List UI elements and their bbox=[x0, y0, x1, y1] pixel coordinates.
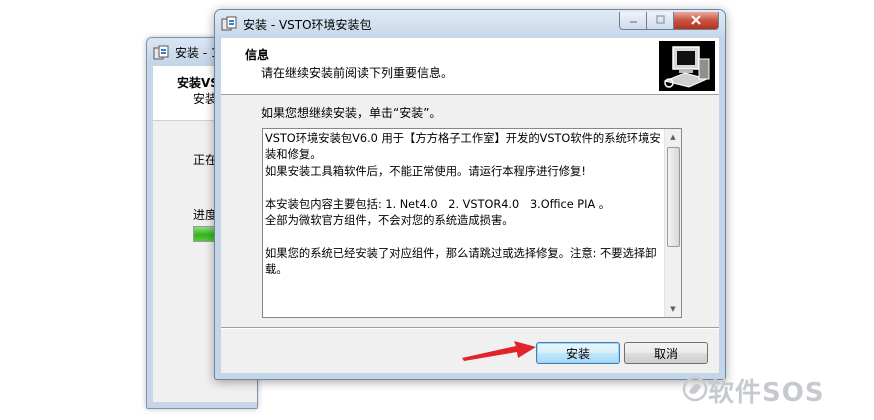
watermark: 软件SOS bbox=[682, 372, 825, 409]
header-title: 信息 bbox=[245, 48, 270, 62]
info-memo[interactable]: VSTO环境安装包V6.0 用于【方方格子工作室】开发的VSTO软件的系统环境安… bbox=[262, 128, 682, 318]
background-window-title: 安装 - 1 bbox=[175, 46, 219, 60]
wizard-computer-icon bbox=[659, 41, 715, 91]
title-bar[interactable]: 安装 - VSTO环境安装包 bbox=[215, 10, 725, 38]
maximize-button[interactable] bbox=[647, 12, 674, 30]
annotation-arrow bbox=[462, 341, 536, 361]
vertical-scrollbar[interactable]: ▲ ▼ bbox=[664, 129, 681, 317]
header-subtitle: 请在继续安装前阅读下列重要信息。 bbox=[261, 66, 454, 80]
watermark-text: 软件SOS bbox=[708, 378, 825, 408]
scroll-down-button[interactable]: ▼ bbox=[665, 301, 681, 317]
dialog-client-area: 信息 请在继续安装前阅读下列重要信息。 如果您想继续安装，单击“安装”。 VST… bbox=[221, 38, 719, 373]
app-icon bbox=[153, 45, 169, 65]
button-divider bbox=[221, 327, 719, 329]
close-button[interactable] bbox=[674, 12, 719, 30]
minimize-icon bbox=[629, 15, 638, 27]
setup-dialog: 安装 - VSTO环境安装包 信息 请在继续安装前阅读下列重要信息。 如果您想继… bbox=[214, 9, 726, 380]
scroll-thumb[interactable] bbox=[667, 147, 680, 247]
background-header-title: 安装VS bbox=[177, 76, 219, 90]
scroll-up-icon: ▲ bbox=[670, 133, 676, 141]
scroll-down-icon: ▼ bbox=[670, 305, 676, 313]
install-button[interactable]: 安装 bbox=[536, 342, 620, 364]
intro-text: 如果您想继续安装，单击“安装”。 bbox=[261, 106, 442, 120]
caption-buttons bbox=[619, 12, 719, 30]
app-icon bbox=[221, 16, 237, 36]
minimize-button[interactable] bbox=[619, 12, 647, 30]
scroll-up-button[interactable]: ▲ bbox=[665, 129, 681, 145]
maximize-icon bbox=[655, 14, 665, 27]
window-title: 安装 - VSTO环境安装包 bbox=[243, 18, 372, 32]
wizard-header: 信息 请在继续安装前阅读下列重要信息。 bbox=[221, 38, 719, 95]
cancel-button[interactable]: 取消 bbox=[624, 342, 708, 364]
watermark-logo-icon bbox=[682, 376, 708, 406]
close-icon bbox=[691, 14, 701, 28]
info-text: VSTO环境安装包V6.0 用于【方方格子工作室】开发的VSTO软件的系统环境安… bbox=[265, 132, 661, 277]
